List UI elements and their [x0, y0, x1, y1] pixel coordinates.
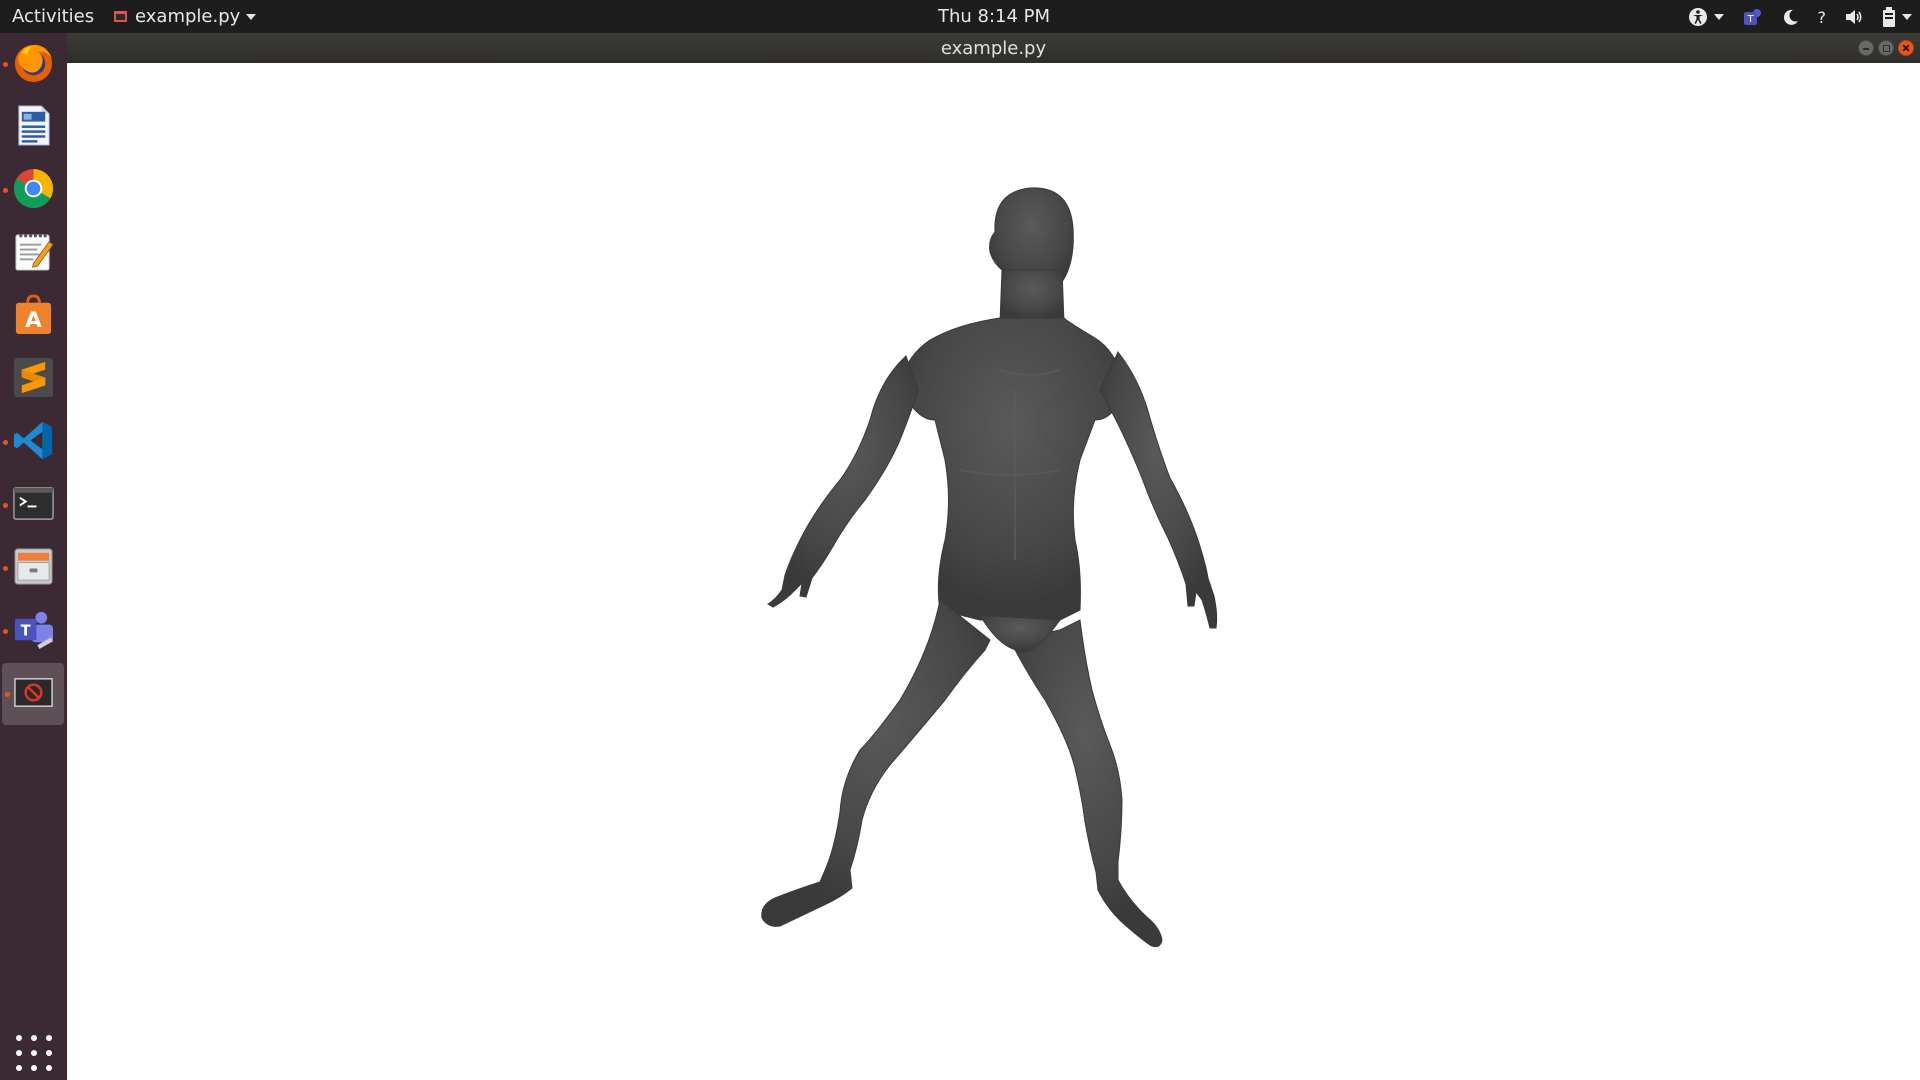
running-indicator [3, 62, 8, 67]
dock-item-microsoft-teams[interactable]: T [0, 600, 67, 662]
chevron-down-icon [1713, 14, 1724, 20]
volume-indicator[interactable] [1844, 8, 1864, 26]
running-indicator [3, 629, 8, 634]
night-light-indicator[interactable] [1782, 8, 1800, 26]
ubuntu-software-icon: A [15, 294, 52, 335]
svg-text:T: T [1746, 14, 1754, 25]
window-titlebar[interactable]: example.py [67, 33, 1920, 63]
volume-icon [1846, 10, 1862, 24]
minimize-button[interactable] [1858, 40, 1874, 56]
firefox-icon [14, 44, 53, 83]
window-title: example.py [940, 38, 1047, 59]
dock-item-libreoffice-writer[interactable] [0, 96, 67, 158]
system-menu[interactable] [1882, 7, 1912, 27]
help-icon: ? [1817, 7, 1827, 27]
help-indicator[interactable]: ? [1818, 8, 1827, 27]
dock-item-firefox[interactable] [0, 33, 67, 95]
libreoffice-writer-icon [18, 105, 50, 146]
3d-viewer-canvas[interactable] [67, 63, 1920, 1080]
chrome-icon [13, 168, 54, 209]
running-indicator [3, 503, 8, 508]
dock-item-terminal[interactable] [0, 474, 67, 536]
running-indicator [5, 692, 10, 697]
dock-item-ubuntu-software[interactable]: A [0, 285, 67, 347]
file-manager-icon [14, 548, 53, 585]
vscode-icon [13, 421, 53, 460]
accessibility-menu[interactable] [1688, 7, 1724, 27]
accessibility-icon [1688, 8, 1707, 26]
battery-icon [1883, 7, 1895, 27]
system-tray[interactable]: T ? [1688, 4, 1912, 30]
terminal-icon [13, 487, 54, 520]
sublime-text-icon [13, 357, 54, 398]
svg-text:T: T [21, 622, 31, 639]
close-button[interactable] [1898, 40, 1914, 56]
running-indicator [3, 188, 8, 193]
microsoft-teams-icon: T [14, 611, 54, 650]
svg-text:A: A [25, 308, 42, 333]
dock-item-sublime-text[interactable] [0, 348, 67, 410]
maximize-button[interactable] [1878, 40, 1894, 56]
text-editor-icon [15, 234, 54, 271]
dock-item-chrome[interactable] [0, 159, 67, 221]
night-light-icon [1783, 9, 1798, 25]
window-controls [1858, 40, 1914, 56]
chevron-down-icon [1902, 14, 1912, 20]
running-indicator [3, 440, 8, 445]
dock: A T [0, 33, 67, 1080]
running-indicator [3, 566, 8, 571]
human-body-model [761, 187, 1218, 948]
top-bar: Activities example.py Thu 8:14 PM T ? [0, 0, 1920, 33]
teams-tray[interactable]: T [1742, 7, 1764, 27]
clock[interactable]: Thu 8:14 PM [0, 6, 1920, 27]
teams-tray-icon: T [1743, 9, 1761, 25]
show-applications-button[interactable] [14, 1033, 54, 1073]
dock-item-vscode[interactable] [0, 411, 67, 473]
dock-item-example-py-window[interactable] [2, 663, 64, 725]
dock-item-text-editor[interactable] [0, 222, 67, 284]
dock-item-file-manager[interactable] [0, 537, 67, 599]
unknown-app-icon [14, 678, 53, 707]
